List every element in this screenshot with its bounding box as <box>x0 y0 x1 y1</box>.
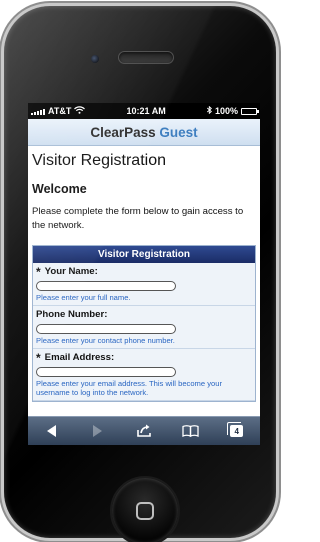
iphone-frame: AT&T 10:21 AM 100% ClearPass Guest Visit… <box>4 6 276 542</box>
email-label: * Email Address: <box>36 350 252 365</box>
status-bar: AT&T 10:21 AM 100% <box>28 103 260 119</box>
email-label-text: Email Address: <box>44 352 115 363</box>
email-field-row: * Email Address: Please enter your email… <box>33 349 255 401</box>
phone-label-text: Phone Number: <box>36 309 108 320</box>
name-input[interactable] <box>36 281 176 291</box>
status-right: 100% <box>206 105 259 116</box>
bluetooth-icon <box>206 105 212 116</box>
form-header: Visitor Registration <box>33 246 255 263</box>
name-label-text: Your Name: <box>44 266 98 277</box>
browser-toolbar: 4 <box>28 416 260 445</box>
forward-arrow-icon <box>93 425 103 437</box>
battery-percent: 100% <box>214 106 238 116</box>
page-title: Visitor Registration <box>32 152 166 169</box>
share-icon <box>137 424 151 437</box>
intro-text: Please complete the form below to gain a… <box>32 206 244 231</box>
front-camera <box>90 54 100 64</box>
phone-screen: AT&T 10:21 AM 100% ClearPass Guest Visit… <box>28 103 260 445</box>
brand-primary: ClearPass <box>90 124 156 140</box>
phone-label: Phone Number: <box>36 309 252 320</box>
name-field-row: * Your Name: Please enter your full name… <box>33 263 255 306</box>
email-input[interactable] <box>36 367 176 377</box>
battery-icon <box>240 107 259 115</box>
name-hint: Please enter your full name. <box>36 293 131 302</box>
back-button[interactable] <box>36 420 66 442</box>
email-hint: Please enter your email address. This wi… <box>36 379 222 397</box>
name-label: * Your Name: <box>36 264 252 279</box>
bookmarks-icon <box>182 425 199 437</box>
share-button[interactable] <box>129 420 159 442</box>
phone-hint: Please enter your contact phone number. <box>36 336 175 345</box>
required-marker: * <box>36 264 41 279</box>
status-time: 10:21 AM <box>126 106 166 116</box>
site-header: ClearPass Guest <box>28 119 260 146</box>
phone-field-row: Phone Number: Please enter your contact … <box>33 306 255 349</box>
phone-input[interactable] <box>36 324 176 334</box>
signal-strength-icon <box>31 108 45 115</box>
home-square-icon <box>136 502 154 520</box>
required-marker: * <box>36 350 41 365</box>
page-content: Visitor Registration Welcome Please comp… <box>28 152 260 402</box>
carrier-name: AT&T <box>48 106 72 116</box>
brand-secondary: Guest <box>159 124 198 140</box>
bookmarks-button[interactable] <box>175 420 205 442</box>
registration-form: Visitor Registration * Your Name: Please… <box>32 245 256 402</box>
pages-button[interactable]: 4 <box>222 420 252 442</box>
earpiece-speaker <box>118 51 174 64</box>
wifi-icon <box>74 106 86 116</box>
pages-icon: 4 <box>227 422 244 437</box>
forward-button[interactable] <box>83 420 113 442</box>
home-button[interactable] <box>110 476 180 542</box>
back-arrow-icon <box>46 425 56 437</box>
welcome-heading: Welcome <box>32 182 87 196</box>
status-left: AT&T <box>31 106 86 116</box>
